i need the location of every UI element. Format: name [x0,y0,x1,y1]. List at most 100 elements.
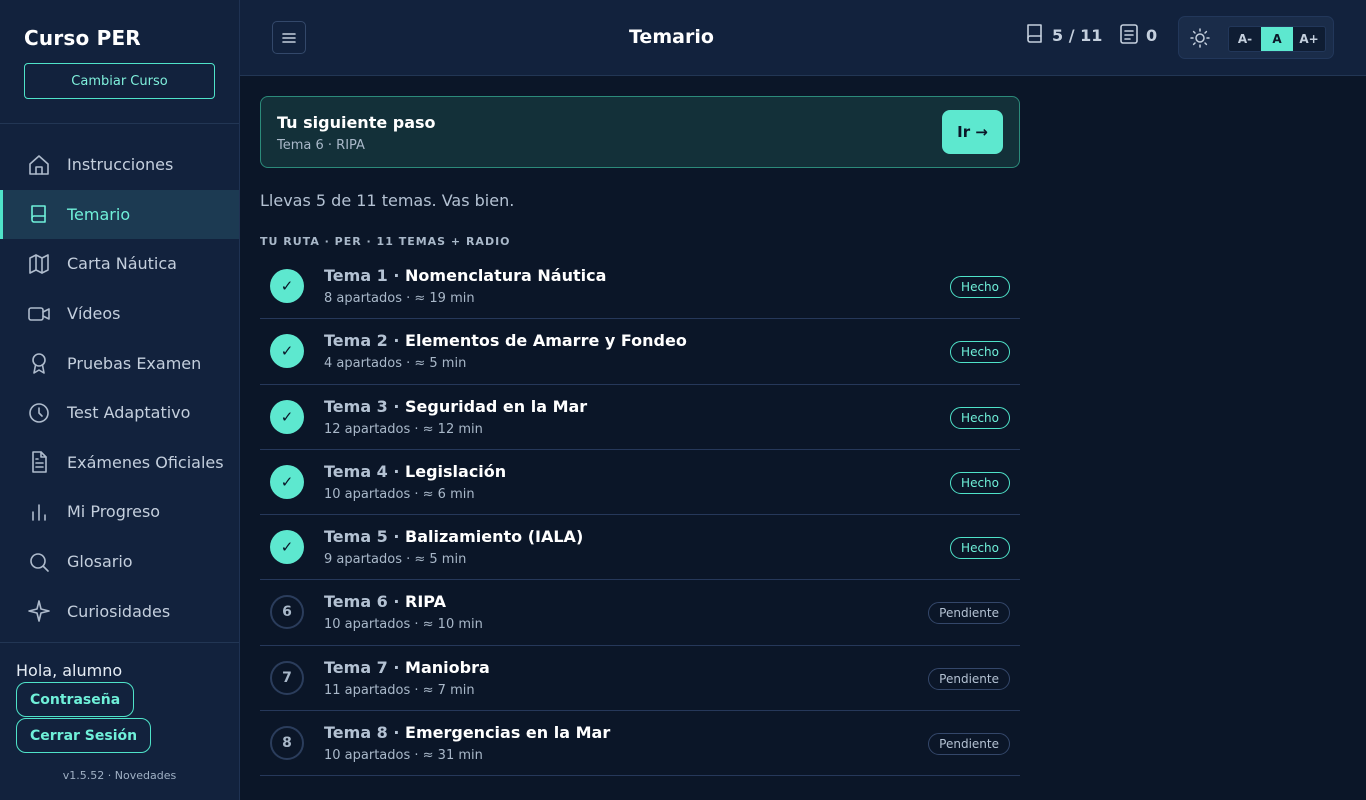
route-label: TU RUTA · PER · 11 TEMAS + RADIO [260,235,511,248]
sidebar-nav: Instrucciones Temario Carta Náutica Víde… [0,124,239,636]
sidebar-item-videos[interactable]: Vídeos [0,289,239,339]
font-increase-button[interactable]: A+ [1293,27,1325,51]
topic-number-label: Tema 3 [324,396,388,416]
topic-meta: 4 apartados · ≈ 5 min [324,356,467,372]
status-badge: Hecho [950,471,1010,494]
topic-number-label: Tema 8 [324,723,388,743]
change-course-button[interactable]: Cambiar Curso [24,63,215,99]
topic-name: Emergencias en la Mar [405,723,611,743]
notes-icon [1120,24,1138,44]
logout-button[interactable]: Cerrar Sesión [16,718,152,753]
topic-row[interactable]: ✓ Tema 5 · Balizamiento (IALA) 9 apartados… [260,515,1020,581]
topic-row[interactable]: 8 Tema 8 · Emergencias en la Mar 10 aparta… [260,711,1020,777]
status-badge: Pendiente [928,733,1010,756]
topic-number-label: Tema 6 [324,592,388,612]
topic-number: 6 [270,595,304,630]
progress-summary: Llevas 5 de 11 temas. Vas bien. [260,191,515,210]
sidebar-item-instrucciones[interactable]: Instrucciones [0,140,239,190]
topic-title: Tema 1 · Nomenclatura Náutica [324,266,606,285]
sidebar-item-carta-nautica[interactable]: Carta Náutica [0,239,239,289]
topic-number-label: Tema 1 [324,266,388,285]
status-badge: Hecho [950,276,1010,298]
sidebar-item-label: Pruebas Examen [67,353,202,373]
topic-title: Tema 7 · Maniobra [324,658,490,677]
topic-meta: 10 apartados · ≈ 31 min [324,748,483,764]
check-icon: ✓ [270,530,304,565]
page-title: Temario [629,26,714,48]
next-step-card: Tu siguiente paso Tema 6 · RIPA Ir → [260,96,1020,168]
topic-name: RIPA [405,592,446,612]
topic-row[interactable]: ✓ Tema 3 · Seguridad en la Mar 12 apartado… [260,385,1020,450]
topic-separator: · [387,266,406,285]
theme-toggle-button[interactable] [1189,27,1211,49]
check-icon: ✓ [270,399,304,434]
topics-progress-value: 5 / 11 [1052,26,1103,45]
password-button[interactable]: Contraseña [16,682,135,717]
sidebar-header: Curso PER Cambiar Curso [0,0,239,124]
topic-separator: · [387,331,406,351]
topic-row[interactable]: ✓ Tema 4 · Legislación 10 apartados · ≈ 6 … [260,450,1020,516]
check-icon: ✓ [270,464,304,499]
notes-counter[interactable]: 0 [1118,22,1157,46]
topic-row[interactable]: 7 Tema 7 · Maniobra 11 apartados · ≈ 7 min… [260,646,1020,712]
topic-name: Maniobra [405,657,490,677]
topic-title: Tema 2 · Elementos de Amarre y Fondeo [324,331,687,350]
topbar: Temario 5 / 11 0 A- A A+ [240,0,1366,76]
sidebar-footer: Hola, alumno Contraseña Cerrar Sesión v1… [0,642,239,800]
topic-number-label: Tema 2 [324,331,388,351]
next-step-title: Tu siguiente paso [277,113,436,132]
topic-meta: 10 apartados · ≈ 10 min [324,617,483,633]
sun-icon [1190,28,1210,48]
topic-separator: · [387,461,406,481]
sidebar-item-label: Exámenes Oficiales [67,452,224,472]
file-text-icon [26,449,52,475]
notes-count-value: 0 [1146,26,1158,45]
topic-number-label: Tema 5 [324,527,388,547]
topic-name: Balizamiento (IALA) [405,527,584,547]
sidebar-item-pruebas-examen[interactable]: Pruebas Examen [0,338,239,388]
topic-list: ✓ Tema 1 · Nomenclatura Náutica 8 apartado… [260,254,1020,777]
font-decrease-button[interactable]: A- [1229,27,1261,51]
go-button[interactable]: Ir → [942,110,1003,154]
sidebar-item-glosario[interactable]: Glosario [0,537,239,587]
search-icon [26,549,52,575]
topic-title: Tema 4 · Legislación [324,462,506,481]
status-badge: Hecho [950,537,1010,560]
topic-row[interactable]: 6 Tema 6 · RIPA 10 apartados · ≈ 10 min Pen… [260,580,1020,646]
menu-toggle-button[interactable] [272,21,306,54]
topic-row[interactable]: ✓ Tema 1 · Nomenclatura Náutica 8 apartado… [260,254,1020,320]
check-icon: ✓ [270,334,304,369]
font-normal-button[interactable]: A [1261,27,1293,51]
sidebar-item-label: Instrucciones [67,155,174,175]
topic-separator: · [387,723,406,743]
clock-icon [26,400,52,426]
topic-name: Legislación [405,461,507,481]
topic-title: Tema 8 · Emergencias en la Mar [324,723,610,742]
next-step-subtitle: Tema 6 · RIPA [277,138,365,153]
version-link[interactable]: v1.5.52 · Novedades [16,769,223,782]
map-icon [26,251,52,277]
topic-separator: · [387,657,406,677]
topic-number-label: Tema 7 [324,657,388,677]
status-badge: Pendiente [928,602,1010,625]
topic-meta: 12 apartados · ≈ 12 min [324,421,483,437]
sidebar-item-test-adaptativo[interactable]: Test Adaptativo [0,388,239,438]
sidebar-item-label: Mi Progreso [67,502,161,522]
video-icon [26,301,52,327]
topic-number: 7 [270,660,304,695]
topic-name: Elementos de Amarre y Fondeo [405,331,687,351]
topic-separator: · [387,527,406,547]
topic-name: Seguridad en la Mar [405,396,588,416]
sparkle-icon [26,598,52,624]
sidebar: Curso PER Cambiar Curso Instrucciones Te… [0,0,240,800]
sidebar-item-examenes-oficiales[interactable]: Exámenes Oficiales [0,438,239,488]
topics-progress-counter[interactable]: 5 / 11 [1024,22,1102,46]
topic-number: 8 [270,726,304,761]
sidebar-item-curiosidades[interactable]: Curiosidades [0,586,239,636]
award-icon [26,350,52,376]
sidebar-item-mi-progreso[interactable]: Mi Progreso [0,487,239,537]
topic-title: Tema 3 · Seguridad en la Mar [324,397,587,416]
font-size-group: A- A A+ [1228,26,1326,52]
sidebar-item-temario[interactable]: Temario [0,189,239,240]
topic-row[interactable]: ✓ Tema 2 · Elementos de Amarre y Fondeo 4 … [260,319,1020,385]
